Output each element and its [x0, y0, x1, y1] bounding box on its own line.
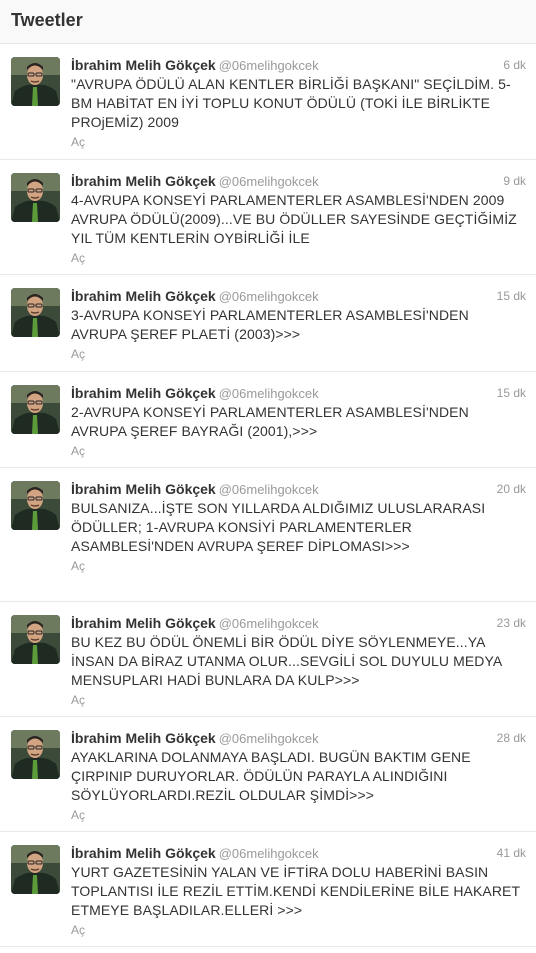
tweet-item[interactable]: İbrahim Melih Gökçek @06melihgokcek 20 dk… [0, 468, 536, 602]
author-name[interactable]: İbrahim Melih Gökçek [71, 481, 216, 497]
avatar[interactable] [11, 845, 60, 894]
open-tweet-link[interactable]: Aç [71, 346, 526, 362]
tweet-timestamp[interactable]: 15 dk [497, 384, 526, 402]
tweet-item[interactable]: İbrahim Melih Gökçek @06melihgokcek 6 dk … [0, 44, 536, 160]
avatar[interactable] [11, 385, 60, 434]
tweet-text: AYAKLARINA DOLANMAYA BAŞLADI. BUGÜN BAKT… [71, 749, 471, 803]
page-title: Tweetler [11, 10, 83, 30]
tweet-item[interactable]: İbrahim Melih Gökçek @06melihgokcek 15 dk… [0, 372, 536, 468]
avatar[interactable] [11, 481, 60, 530]
author-name[interactable]: İbrahim Melih Gökçek [71, 845, 216, 861]
tweet-timestamp[interactable]: 28 dk [497, 729, 526, 747]
avatar-image [11, 57, 60, 106]
author-handle[interactable]: @06melihgokcek [219, 616, 319, 631]
open-tweet-link[interactable]: Aç [71, 250, 526, 266]
author-handle[interactable]: @06melihgokcek [219, 846, 319, 861]
avatar[interactable] [11, 615, 60, 664]
tweet-text: BULSANIZA...İŞTE SON YILLARDA ALDIĞIMIZ … [71, 500, 486, 554]
author-name[interactable]: İbrahim Melih Gökçek [71, 173, 216, 189]
avatar[interactable] [11, 57, 60, 106]
tweet-text: YURT GAZETESİNİN YALAN VE İFTİRA DOLU HA… [71, 864, 520, 918]
tweet-item[interactable]: İbrahim Melih Gökçek @06melihgokcek 9 dk … [0, 160, 536, 275]
author-handle[interactable]: @06melihgokcek [219, 386, 319, 401]
author-handle[interactable]: @06melihgokcek [219, 731, 319, 746]
avatar-image [11, 385, 60, 434]
avatar[interactable] [11, 173, 60, 222]
tweet-item[interactable]: İbrahim Melih Gökçek @06melihgokcek 41 dk… [0, 832, 536, 947]
avatar-image [11, 615, 60, 664]
tweet-timestamp[interactable]: 20 dk [497, 480, 526, 498]
tweet-text: 4-AVRUPA KONSEYİ PARLAMENTERLER ASAMBLES… [71, 192, 517, 246]
avatar-image [11, 845, 60, 894]
open-tweet-link[interactable]: Aç [71, 443, 526, 459]
author-name[interactable]: İbrahim Melih Gökçek [71, 615, 216, 631]
author-handle[interactable]: @06melihgokcek [219, 289, 319, 304]
tweet-timestamp[interactable]: 23 dk [497, 614, 526, 632]
author-handle[interactable]: @06melihgokcek [219, 482, 319, 497]
tweet-list: İbrahim Melih Gökçek @06melihgokcek 6 dk … [0, 44, 536, 947]
tweet-text: "AVRUPA ÖDÜLÜ ALAN KENTLER BİRLİĞİ BAŞKA… [71, 76, 511, 130]
author-name[interactable]: İbrahim Melih Gökçek [71, 385, 216, 401]
avatar-image [11, 173, 60, 222]
author-handle[interactable]: @06melihgokcek [219, 58, 319, 73]
author-name[interactable]: İbrahim Melih Gökçek [71, 288, 216, 304]
avatar-image [11, 481, 60, 530]
avatar[interactable] [11, 730, 60, 779]
open-tweet-link[interactable]: Aç [71, 134, 526, 150]
tweet-timestamp[interactable]: 15 dk [497, 287, 526, 305]
author-name[interactable]: İbrahim Melih Gökçek [71, 730, 216, 746]
open-tweet-link[interactable]: Aç [71, 558, 526, 574]
avatar[interactable] [11, 288, 60, 337]
author-name[interactable]: İbrahim Melih Gökçek [71, 57, 216, 73]
tweet-item[interactable]: İbrahim Melih Gökçek @06melihgokcek 15 dk… [0, 275, 536, 372]
tweet-text: 3-AVRUPA KONSEYİ PARLAMENTERLER ASAMBLES… [71, 307, 469, 342]
avatar-image [11, 730, 60, 779]
avatar-image [11, 288, 60, 337]
tweet-timestamp[interactable]: 9 dk [503, 172, 526, 190]
tweet-timestamp[interactable]: 6 dk [503, 56, 526, 74]
tweet-item[interactable]: İbrahim Melih Gökçek @06melihgokcek 28 dk… [0, 717, 536, 832]
tweet-text: 2-AVRUPA KONSEYİ PARLAMENTERLER ASAMBLES… [71, 404, 469, 439]
timeline-header: Tweetler [0, 0, 536, 44]
author-handle[interactable]: @06melihgokcek [219, 174, 319, 189]
tweet-timestamp[interactable]: 41 dk [497, 844, 526, 862]
tweet-text: BU KEZ BU ÖDÜL ÖNEMLİ BİR ÖDÜL DİYE SÖYL… [71, 634, 502, 688]
open-tweet-link[interactable]: Aç [71, 807, 526, 823]
open-tweet-link[interactable]: Aç [71, 922, 526, 938]
open-tweet-link[interactable]: Aç [71, 692, 526, 708]
tweet-item[interactable]: İbrahim Melih Gökçek @06melihgokcek 23 dk… [0, 602, 536, 717]
